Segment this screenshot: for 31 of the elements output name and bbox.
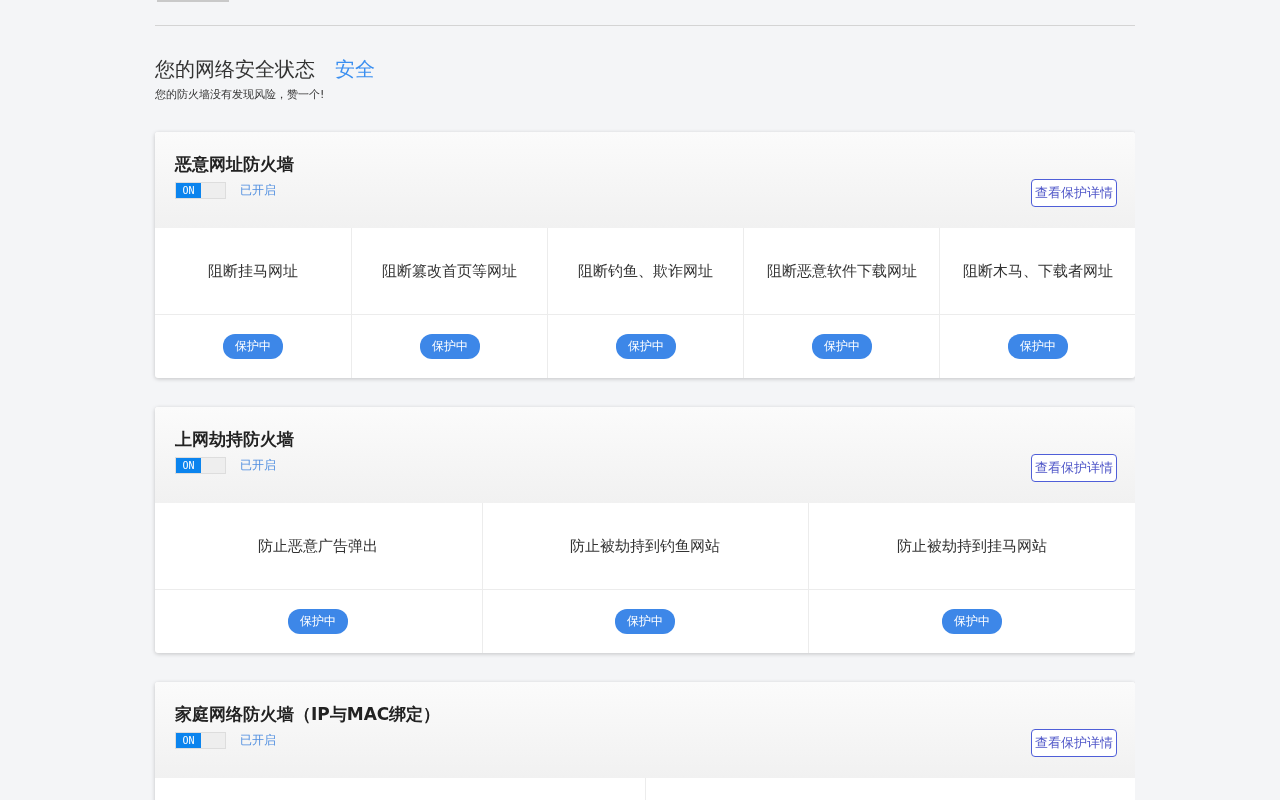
details-button[interactable]: 查看保护详情 (1031, 729, 1117, 757)
status-badge: 保护中 (942, 609, 1003, 634)
feature-label: 阻断挂马网址 (208, 261, 298, 281)
feature-label: 防止被劫持到挂马网站 (897, 536, 1048, 556)
status-title: 您的网络安全状态 (155, 56, 315, 83)
feature-label: 阻断木马、下载者网址 (962, 261, 1113, 281)
feature-label: 阻断篡改首页等网址 (382, 261, 517, 281)
card-title: 家庭网络防火墙（IP与MAC绑定） (175, 703, 441, 726)
toggle-switch[interactable]: ON (175, 457, 226, 474)
details-button[interactable]: 查看保护详情 (1031, 454, 1117, 482)
toggle-switch[interactable]: ON (175, 732, 226, 749)
toggle-status: 已开启 (240, 182, 276, 199)
status-subtitle: 您的防火墙没有发现风险，赞一个! (155, 87, 326, 102)
card-title: 上网劫持防火墙 (175, 428, 294, 451)
details-button[interactable]: 查看保护详情 (1031, 179, 1117, 207)
toggle-switch[interactable]: ON (175, 182, 226, 199)
toggle-status: 已开启 (240, 457, 276, 474)
card-title: 恶意网址防火墙 (175, 153, 294, 176)
feature-label: 阻断恶意软件下载网址 (766, 261, 917, 281)
status-badge: 保护中 (811, 334, 872, 359)
feature-label: 阻断钓鱼、欺诈网址 (578, 261, 713, 281)
status-badge: 保护中 (288, 609, 349, 634)
status-badge: 保护中 (615, 609, 676, 634)
status-badge: 保护中 (419, 334, 480, 359)
status-badge: 保护中 (223, 334, 283, 359)
feature-label: 防止被劫持到钓鱼网站 (570, 536, 721, 556)
status-level: 安全 (335, 56, 375, 83)
status-badge: 保护中 (615, 334, 676, 359)
toggle-status: 已开启 (240, 732, 276, 749)
feature-label: 防止恶意广告弹出 (258, 536, 379, 556)
status-badge: 保护中 (1007, 334, 1068, 359)
